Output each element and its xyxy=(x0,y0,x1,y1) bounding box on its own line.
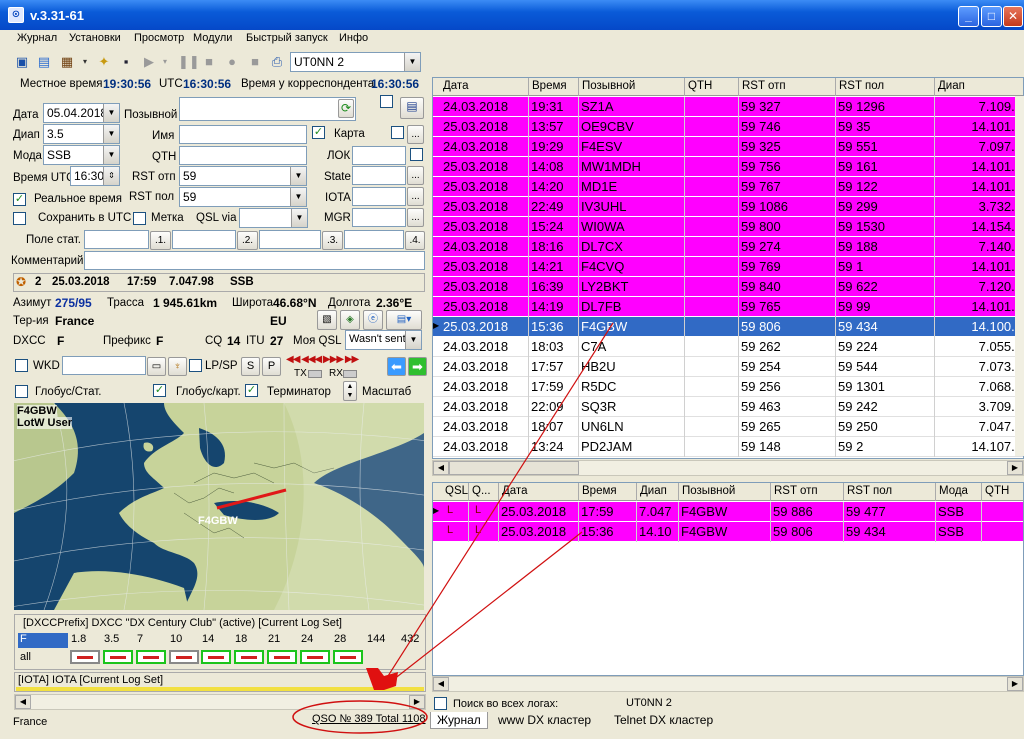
annotation-overlay xyxy=(292,322,614,734)
annotation-line-1 xyxy=(380,322,614,688)
row-pointer-icon: ▶ xyxy=(433,321,440,330)
annotation-marker xyxy=(366,668,398,690)
row-pointer-icon: ▶ xyxy=(433,506,440,515)
annotation-line-2 xyxy=(383,531,583,688)
annotation-ellipse xyxy=(292,700,428,734)
